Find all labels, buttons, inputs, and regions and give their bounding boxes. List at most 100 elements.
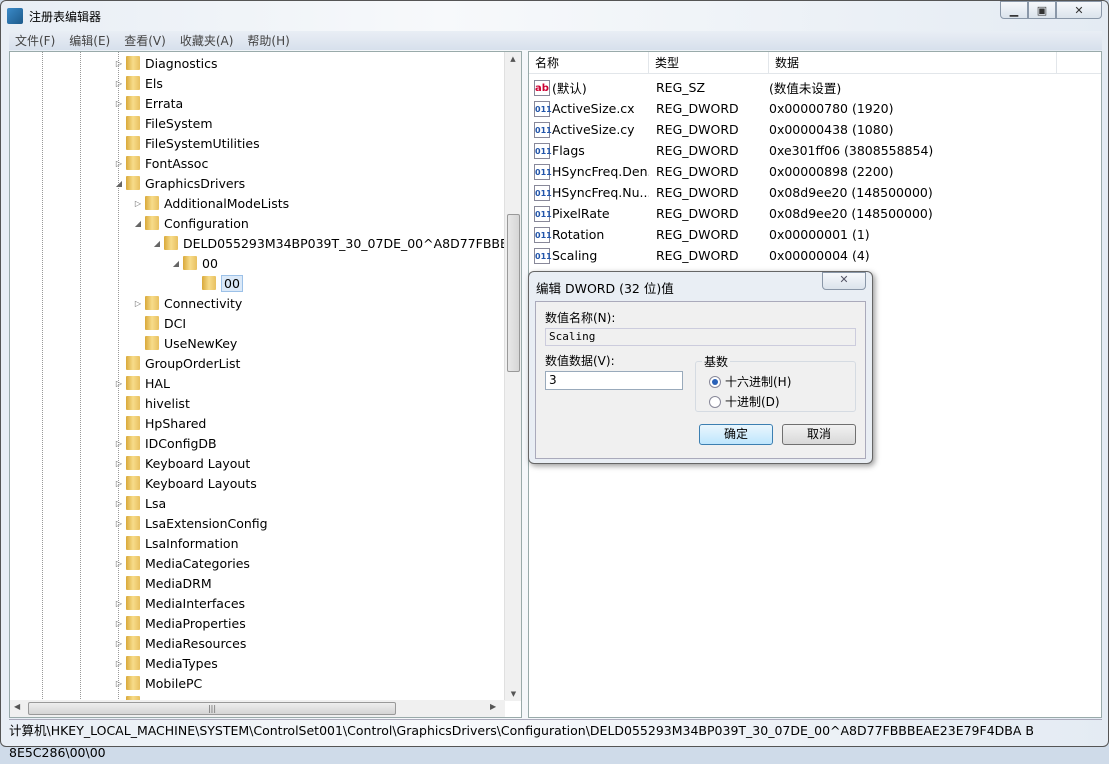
expand-arrow-icon[interactable]: ◢	[114, 179, 124, 188]
menu-file[interactable]: 文件(F)	[15, 32, 55, 49]
expand-arrow-icon[interactable]: ▷	[114, 659, 124, 668]
decimal-radio-label: 十进制(D)	[725, 393, 780, 410]
expand-arrow-icon[interactable]: ▷	[114, 559, 124, 568]
cancel-button[interactable]: 取消	[782, 424, 856, 445]
dword-value-icon: 011	[534, 122, 550, 138]
value-row[interactable]: 011RotationREG_DWORD0x00000001 (1)	[529, 224, 1101, 245]
tree-item[interactable]: GroupOrderList	[114, 353, 240, 373]
value-row[interactable]: 011ActiveSize.cyREG_DWORD0x00000438 (108…	[529, 119, 1101, 140]
value-row[interactable]: 011HSyncFreq.Den...REG_DWORD0x00000898 (…	[529, 161, 1101, 182]
scroll-right-arrow-icon[interactable]: ▶	[490, 702, 496, 711]
hex-radio[interactable]: 十六进制(H)	[709, 373, 791, 390]
tree-item-label: Connectivity	[164, 296, 242, 311]
close-button[interactable]: ✕	[1056, 1, 1102, 19]
expand-arrow-icon[interactable]: ◢	[152, 239, 162, 248]
tree-item-label: DELD055293M34BP039T_30_07DE_00^A8D77FBBB…	[183, 236, 522, 251]
expand-arrow-icon[interactable]: ▷	[133, 299, 143, 308]
menu-favorites[interactable]: 收藏夹(A)	[180, 32, 234, 49]
tree-item[interactable]: ▷HAL	[114, 373, 170, 393]
expand-arrow-icon[interactable]: ▷	[114, 679, 124, 688]
tree-item[interactable]: ▷Keyboard Layouts	[114, 473, 257, 493]
tree-item[interactable]: ▷Diagnostics	[114, 53, 218, 73]
tree-item[interactable]: ▷LsaExtensionConfig	[114, 513, 268, 533]
ok-button[interactable]: 确定	[699, 424, 773, 445]
tree-hscroll-thumb[interactable]: |||	[28, 702, 396, 715]
maximize-button[interactable]: ▣	[1028, 1, 1056, 19]
minimize-button[interactable]: ▁	[1000, 1, 1028, 19]
value-row[interactable]: 011ActiveSize.cxREG_DWORD0x00000780 (192…	[529, 98, 1101, 119]
expand-arrow-icon[interactable]: ▷	[114, 639, 124, 648]
tree-item[interactable]: ▷FontAssoc	[114, 153, 208, 173]
tree-item[interactable]: ▷Lsa	[114, 493, 166, 513]
tree-item[interactable]: ▷MediaProperties	[114, 613, 246, 633]
folder-icon	[145, 196, 159, 210]
tree-item[interactable]: ▷MobilePC	[114, 673, 202, 693]
expand-arrow-icon[interactable]: ◢	[171, 259, 181, 268]
value-name: HSyncFreq.Den...	[552, 164, 649, 179]
menu-edit[interactable]: 编辑(E)	[69, 32, 110, 49]
value-row[interactable]: 011HSyncFreq.Nu...REG_DWORD0x08d9ee20 (1…	[529, 182, 1101, 203]
tree-item[interactable]: UseNewKey	[133, 333, 237, 353]
tree-item[interactable]: ▷Errata	[114, 93, 183, 113]
expand-arrow-icon[interactable]: ▷	[114, 79, 124, 88]
tree-item[interactable]: ◢Configuration	[133, 213, 249, 233]
dialog-close-button[interactable]: ✕	[822, 272, 866, 290]
tree-item[interactable]: HpShared	[114, 413, 206, 433]
tree-item[interactable]: ▷MediaResources	[114, 633, 246, 653]
tree-item[interactable]: ▷MediaTypes	[114, 653, 218, 673]
expand-arrow-icon[interactable]: ▷	[114, 479, 124, 488]
expand-arrow-icon[interactable]: ▷	[114, 99, 124, 108]
value-row[interactable]: ab(默认)REG_SZ(数值未设置)	[529, 77, 1101, 98]
column-header-name[interactable]: 名称	[529, 52, 649, 73]
value-row[interactable]: 011FlagsREG_DWORD0xe301ff06 (3808558854)	[529, 140, 1101, 161]
expand-arrow-icon[interactable]: ▷	[114, 499, 124, 508]
expand-arrow-icon[interactable]: ▷	[114, 439, 124, 448]
scroll-down-arrow-icon[interactable]: ▼	[505, 690, 522, 698]
value-row[interactable]: 011ScalingREG_DWORD0x00000004 (4)	[529, 245, 1101, 266]
tree-item[interactable]: ▷MediaCategories	[114, 553, 250, 573]
value-row[interactable]: 011PixelRateREG_DWORD0x08d9ee20 (1485000…	[529, 203, 1101, 224]
radio-selected-icon[interactable]	[709, 376, 721, 388]
value-data: 0x08d9ee20 (148500000)	[769, 185, 933, 200]
menu-help[interactable]: 帮助(H)	[247, 32, 289, 49]
tree-horizontal-scrollbar[interactable]: ◀ ||| ▶	[10, 700, 505, 717]
expand-arrow-icon[interactable]: ▷	[133, 199, 143, 208]
scroll-left-arrow-icon[interactable]: ◀	[14, 702, 20, 711]
tree-item[interactable]: ▷Els	[114, 73, 163, 93]
tree-item[interactable]: ▷ Connectivity	[133, 293, 242, 313]
tree-item[interactable]: DCI	[133, 313, 186, 333]
tree-item[interactable]: ▷MediaInterfaces	[114, 593, 245, 613]
expand-arrow-icon[interactable]: ▷	[114, 159, 124, 168]
column-header-data[interactable]: 数据	[769, 52, 1057, 73]
tree-item[interactable]: ▷AdditionalModeLists	[133, 193, 289, 213]
tree-vscroll-thumb[interactable]	[507, 214, 520, 372]
value-data-input[interactable]: 3	[545, 371, 683, 390]
tree-item[interactable]: LsaInformation	[114, 533, 239, 553]
radio-unselected-icon[interactable]	[709, 396, 721, 408]
status-bar-path: 计算机\HKEY_LOCAL_MACHINE\SYSTEM\ControlSet…	[9, 719, 1102, 741]
menu-view[interactable]: 查看(V)	[124, 32, 166, 49]
tree-vertical-scrollbar[interactable]: ▲ ▼	[504, 52, 521, 701]
tree-item[interactable]: ◢ DELD055293M34BP039T_30_07DE_00^A8D77FBB…	[152, 233, 522, 253]
tree-item[interactable]: FileSystem	[114, 113, 213, 133]
scroll-up-arrow-icon[interactable]: ▲	[505, 55, 521, 63]
expand-arrow-icon[interactable]: ▷	[114, 599, 124, 608]
expand-arrow-icon[interactable]: ▷	[114, 519, 124, 528]
tree-item[interactable]: 00	[190, 273, 243, 293]
expand-arrow-icon[interactable]: ▷	[114, 59, 124, 68]
tree-item[interactable]: ▷IDConfigDB	[114, 433, 217, 453]
expand-arrow-icon[interactable]: ▷	[114, 619, 124, 628]
expand-arrow-icon[interactable]: ▷	[114, 459, 124, 468]
decimal-radio[interactable]: 十进制(D)	[709, 393, 780, 410]
tree-item[interactable]: MediaDRM	[114, 573, 212, 593]
column-header-type[interactable]: 类型	[649, 52, 769, 73]
expand-arrow-icon[interactable]: ▷	[114, 379, 124, 388]
tree-item[interactable]: hivelist	[114, 393, 190, 413]
base-label: 基数	[702, 353, 730, 370]
tree-item[interactable]: FileSystemUtilities	[114, 133, 260, 153]
tree-item[interactable]: ◢00	[171, 253, 218, 273]
tree-item[interactable]: ▷Keyboard Layout	[114, 453, 250, 473]
expand-arrow-icon[interactable]: ◢	[133, 219, 143, 228]
tree-item[interactable]: ◢GraphicsDrivers	[114, 173, 245, 193]
tree-item-label: HpShared	[145, 416, 206, 431]
